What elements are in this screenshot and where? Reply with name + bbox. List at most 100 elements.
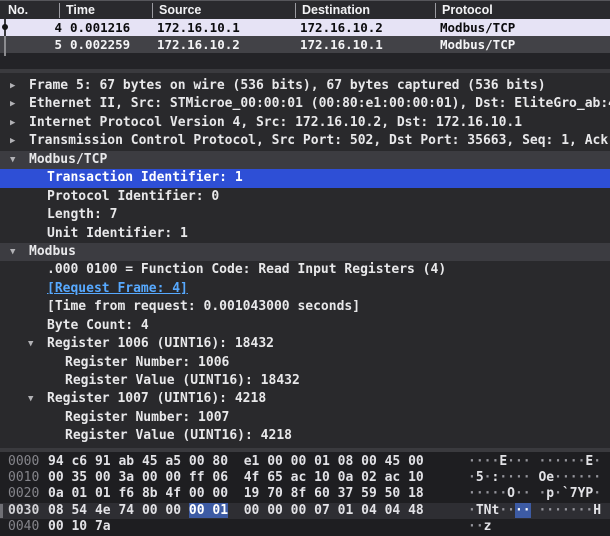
ascii-char[interactable]: · (514, 502, 523, 518)
hex-byte[interactable]: 00 (267, 454, 283, 469)
detail-row[interactable]: Register Value (UINT16): 18432 (0, 372, 610, 390)
collapsed-arrow-icon[interactable]: ▶ (8, 95, 29, 113)
hex-byte[interactable]: 18 (408, 486, 424, 501)
ascii-char[interactable]: · (468, 519, 476, 534)
hex-byte[interactable]: ac (291, 470, 307, 485)
hex-byte[interactable]: 10 (408, 470, 424, 485)
ascii-char[interactable]: · (523, 454, 531, 469)
detail-row[interactable]: [Request Frame: 4] (0, 280, 610, 298)
hex-byte[interactable]: 80 (212, 454, 228, 469)
hex-byte[interactable]: 00 (165, 470, 181, 485)
detail-row[interactable]: ▼ Modbus/TCP (0, 150, 610, 170)
ascii-char[interactable]: · (562, 470, 570, 485)
detail-row[interactable]: .000 0100 = Function Code: Read Input Re… (0, 261, 610, 279)
hex-byte[interactable]: 59 (361, 486, 377, 501)
hex-byte[interactable]: 0a (48, 486, 64, 501)
hex-byte[interactable]: 8b (142, 486, 158, 501)
hex-byte[interactable]: 00 (165, 503, 181, 518)
detail-row[interactable]: ▶ Transmission Control Protocol, Src Port… (0, 132, 610, 150)
detail-row-selected[interactable]: Transaction Identifier: 1 (0, 169, 610, 188)
hex-byte[interactable]: 01 (95, 486, 111, 501)
hex-byte[interactable]: 91 (95, 454, 111, 469)
hex-byte[interactable]: 35 (71, 470, 87, 485)
expanded-arrow-icon[interactable]: ▼ (8, 151, 29, 169)
ascii-char[interactable]: · (554, 470, 562, 485)
ascii-char[interactable]: · (546, 503, 554, 518)
hex-byte[interactable]: 4f (165, 486, 181, 501)
collapsed-arrow-icon[interactable]: ▶ (8, 77, 29, 95)
ascii-char[interactable]: · (476, 454, 484, 469)
detail-row[interactable]: Length: 7 (0, 206, 610, 224)
hex-byte[interactable]: 00 (48, 470, 64, 485)
collapsed-arrow-icon[interactable]: ▶ (8, 114, 29, 132)
hex-byte[interactable]: 54 (71, 503, 87, 518)
ascii-char[interactable]: · (554, 454, 562, 469)
hex-byte[interactable]: 4f (244, 470, 260, 485)
ascii-char[interactable]: ` (562, 486, 570, 501)
ascii-char[interactable]: · (554, 486, 562, 501)
ascii-char[interactable]: · (593, 454, 601, 469)
column-header-no[interactable]: No. (8, 3, 28, 18)
collapsed-arrow-icon[interactable]: ▶ (8, 132, 29, 150)
expanded-arrow-icon[interactable]: ▼ (8, 243, 29, 261)
hex-byte[interactable]: 00 (95, 470, 111, 485)
hex-byte[interactable]: ac (385, 470, 401, 485)
hex-byte[interactable]: 00 (212, 486, 228, 501)
hex-byte[interactable]: 10 (71, 519, 87, 534)
ascii-char[interactable]: T (476, 503, 484, 518)
ascii-char[interactable]: · (546, 454, 554, 469)
hex-byte[interactable]: 37 (338, 486, 354, 501)
ascii-char[interactable]: · (562, 503, 570, 518)
hex-byte[interactable]: 70 (267, 486, 283, 501)
hex-byte[interactable]: 50 (385, 486, 401, 501)
packet-row[interactable]: 5 0.002259 172.16.10.2 172.16.10.1 Modbus/TC… (0, 36, 610, 53)
hex-byte[interactable]: 00 (408, 454, 424, 469)
hex-byte[interactable]: 45 (385, 454, 401, 469)
hex-byte[interactable]: 00 (361, 454, 377, 469)
ascii-char[interactable]: · (570, 503, 578, 518)
ascii-char[interactable]: · (515, 486, 523, 501)
hex-byte[interactable]: ff (189, 470, 205, 485)
detail-row[interactable]: Register Number: 1007 (0, 409, 610, 427)
hex-byte[interactable]: 00 (244, 503, 260, 518)
detail-row[interactable]: [Time from request: 0.001043000 seconds] (0, 298, 610, 316)
ascii-char[interactable]: · (499, 503, 507, 518)
hex-byte[interactable]: 01 (338, 503, 354, 518)
hex-byte[interactable]: 08 (48, 503, 64, 518)
detail-row[interactable]: ▶ Ethernet II, Src: STMicroe_00:00:01 (00… (0, 95, 610, 113)
hex-byte[interactable]: 74 (118, 503, 134, 518)
hex-byte[interactable]: f6 (118, 486, 134, 501)
detail-row[interactable]: ▶ Internet Protocol Version 4, Src: 172.1… (0, 114, 610, 132)
ascii-char[interactable]: · (562, 454, 570, 469)
ascii-char[interactable]: · (522, 502, 531, 518)
ascii-char[interactable]: · (476, 486, 484, 501)
hex-byte[interactable]: 65 (267, 470, 283, 485)
detail-row[interactable]: Unit Identifier: 1 (0, 225, 610, 243)
detail-row[interactable]: Byte Count: 4 (0, 317, 610, 335)
ascii-char[interactable]: E (499, 454, 507, 469)
hex-byte[interactable]: 00 (188, 502, 213, 518)
ascii-char[interactable]: · (499, 470, 507, 485)
ascii-char[interactable]: · (570, 454, 578, 469)
hex-byte[interactable]: 94 (48, 454, 64, 469)
hex-byte[interactable]: 00 (189, 454, 205, 469)
hex-byte[interactable]: 02 (361, 470, 377, 485)
hex-byte[interactable]: 01 (212, 502, 229, 518)
ascii-char[interactable]: · (593, 486, 601, 501)
ascii-char[interactable]: 7 (570, 486, 578, 501)
ascii-char[interactable]: · (468, 454, 476, 469)
ascii-char[interactable]: · (468, 470, 476, 485)
detail-row[interactable]: ▶ Frame 5: 67 bytes on wire (536 bits), 6… (0, 77, 610, 95)
hex-byte[interactable]: 0a (338, 470, 354, 485)
ascii-char[interactable]: · (476, 519, 484, 534)
request-frame-link[interactable]: [Request Frame: 4] (47, 280, 188, 298)
ascii-char[interactable]: · (554, 503, 562, 518)
ascii-char[interactable]: z (484, 519, 492, 534)
hex-byte[interactable]: 07 (314, 503, 330, 518)
hex-byte[interactable]: 60 (314, 486, 330, 501)
ascii-char[interactable]: · (468, 486, 476, 501)
hex-byte[interactable]: 06 (212, 470, 228, 485)
hex-byte[interactable]: 00 (291, 454, 307, 469)
ascii-char[interactable]: · (507, 503, 515, 518)
detail-row[interactable]: Register Number: 1006 (0, 354, 610, 372)
